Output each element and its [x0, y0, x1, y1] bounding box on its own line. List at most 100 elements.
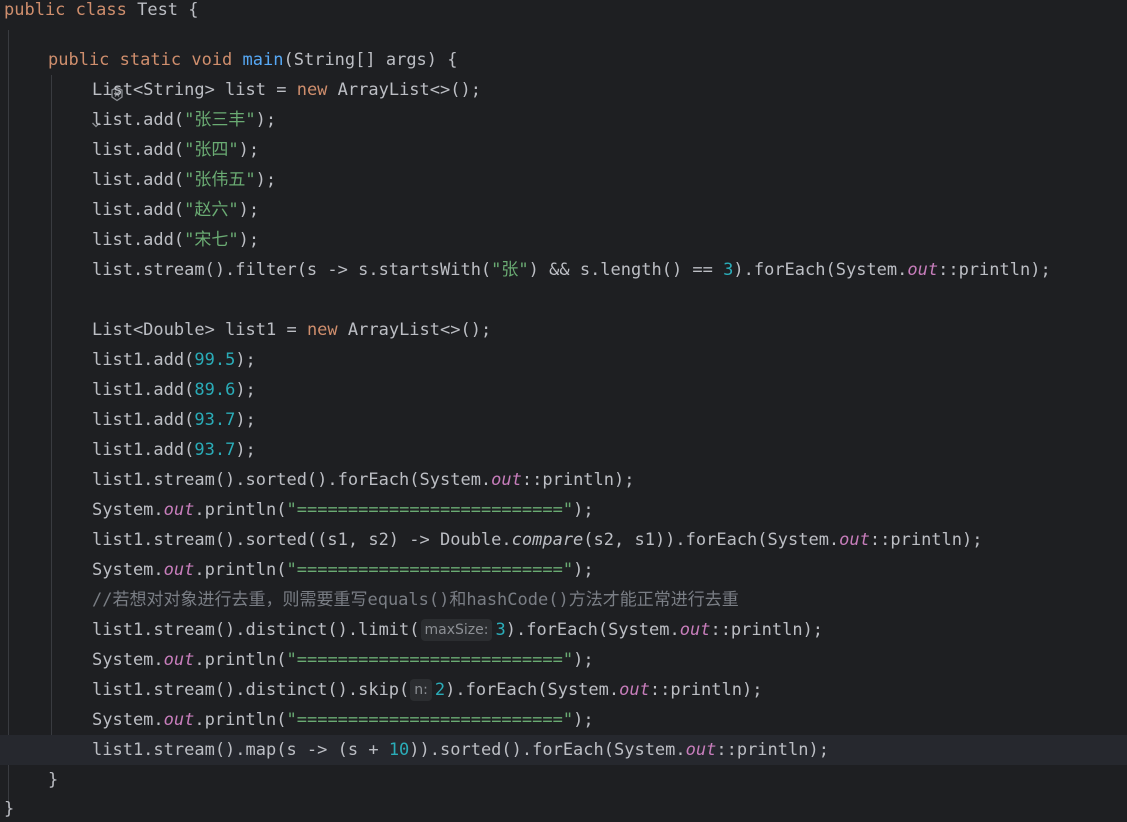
code-text: list.add(: [92, 230, 185, 250]
keyword-token: new: [296, 80, 328, 100]
code-line-23[interactable]: System.out.println("====================…: [92, 645, 1127, 675]
code-text: list1.add(: [92, 350, 195, 370]
code-text: System.: [92, 560, 164, 580]
static-field-token: out: [163, 710, 195, 730]
code-text: .println(: [194, 560, 287, 580]
code-line-3[interactable]: public static void main(String[] args) {: [48, 45, 1127, 75]
code-text: );: [235, 440, 256, 460]
code-text: list1.add(: [92, 410, 195, 430]
comment-text: //若想对对象进行去重，则需要重写equals()和hashCode()方法才能…: [92, 590, 739, 610]
code-text: );: [238, 140, 260, 160]
code-text: );: [235, 350, 256, 370]
code-text: list1.stream().sorted((s1, s2) -> Double…: [92, 530, 512, 550]
code-text: ::println);: [521, 470, 635, 490]
static-field-token: out: [839, 530, 870, 550]
code-line-28[interactable]: }: [4, 794, 1127, 822]
code-line-5[interactable]: list.add("张三丰");: [92, 105, 1127, 135]
static-field-token: out: [685, 740, 717, 760]
code-text: list.stream().filter(s -> s.startsWith(: [92, 260, 492, 280]
string-literal: "张伟五": [184, 170, 256, 190]
code-line-12[interactable]: List<Double> list1 = new ArrayList<>();: [92, 315, 1127, 345]
code-line-10[interactable]: list.stream().filter(s -> s.startsWith("…: [92, 255, 1127, 285]
code-line-18[interactable]: System.out.println("====================…: [92, 495, 1127, 525]
code-line-4[interactable]: List<String> list = new ArrayList<>();: [92, 75, 1127, 105]
code-text: ::println);: [716, 740, 829, 760]
parameter-hint: maxSize:: [420, 619, 493, 641]
code-line-9[interactable]: list.add("宋七");: [92, 225, 1127, 255]
code-text: );: [573, 500, 594, 520]
static-field-token: out: [619, 680, 650, 700]
code-text: );: [255, 170, 277, 190]
keyword-token: class: [75, 0, 127, 20]
code-text: )).sorted().forEach(System.: [409, 740, 686, 760]
code-text: );: [235, 410, 256, 430]
code-text: (s2, s1)).forEach(System.: [583, 530, 840, 550]
closing-brace: }: [4, 799, 15, 819]
number-literal: 3: [495, 620, 506, 640]
code-line-19[interactable]: list1.stream().sorted((s1, s2) -> Double…: [92, 525, 1127, 555]
code-line-24[interactable]: list1.stream().distinct().skip(n: 2).forE…: [92, 675, 1127, 705]
static-field-token: out: [163, 500, 195, 520]
code-text: System.: [92, 500, 164, 520]
string-literal: "宋七": [184, 230, 239, 250]
code-text: list.add(: [92, 140, 185, 160]
code-line-16[interactable]: list1.add(93.7);: [92, 435, 1127, 465]
code-text: Test {: [126, 0, 199, 20]
static-field-token: out: [491, 470, 522, 490]
number-literal: 10: [388, 740, 410, 760]
code-text: ).forEach(System.: [505, 620, 680, 640]
number-literal: 93.7: [194, 410, 236, 430]
code-text: ::println);: [869, 530, 983, 550]
string-literal: "张": [491, 260, 529, 280]
code-text: ).forEach(System.: [445, 680, 620, 700]
code-line-14[interactable]: list1.add(89.6);: [92, 375, 1127, 405]
code-text: ArrayList<>();: [337, 320, 492, 340]
code-line-25[interactable]: System.out.println("====================…: [92, 705, 1127, 735]
code-text: );: [573, 650, 594, 670]
code-text: list1.stream().map(s -> (s +: [92, 740, 389, 760]
keyword-token: public: [4, 0, 66, 20]
code-line-21[interactable]: //若想对对象进行去重，则需要重写equals()和hashCode()方法才能…: [92, 585, 1127, 615]
number-literal: 99.5: [194, 350, 236, 370]
static-field-token: out: [907, 260, 939, 280]
code-line-7[interactable]: list.add("张伟五");: [92, 165, 1127, 195]
code-line-26-current[interactable]: list1.stream().map(s -> (s + 10)).sorted…: [0, 735, 1127, 765]
static-field-token: out: [679, 620, 711, 640]
code-text: list.add(: [92, 200, 185, 220]
code-text: (String[] args) {: [283, 50, 458, 70]
code-text: );: [255, 110, 277, 130]
code-text: ::println);: [649, 680, 763, 700]
code-text: list1.add(: [92, 440, 195, 460]
code-text: .println(: [194, 710, 287, 730]
code-line-6[interactable]: list.add("张四");: [92, 135, 1127, 165]
closing-brace: }: [48, 770, 59, 790]
code-text: list1.stream().sorted().forEach(System.: [92, 470, 492, 490]
keyword-token: public: [48, 50, 110, 70]
code-text: ArrayList<>();: [327, 80, 481, 100]
code-text: .println(: [194, 650, 287, 670]
code-line-13[interactable]: list1.add(99.5);: [92, 345, 1127, 375]
code-line-20[interactable]: System.out.println("====================…: [92, 555, 1127, 585]
code-line-15[interactable]: list1.add(93.7);: [92, 405, 1127, 435]
method-name-token: main: [242, 50, 284, 70]
code-text: System.: [92, 650, 164, 670]
string-literal: "==========================": [286, 710, 574, 730]
code-line-8[interactable]: list.add("赵六");: [92, 195, 1127, 225]
number-literal: 89.6: [194, 380, 236, 400]
code-line-17[interactable]: list1.stream().sorted().forEach(System.o…: [92, 465, 1127, 495]
static-method-token: compare: [511, 530, 584, 550]
code-text: list.add(: [92, 110, 185, 130]
code-text: ::println);: [710, 620, 824, 640]
code-line-22[interactable]: list1.stream().distinct().limit(maxSize:…: [92, 615, 1127, 645]
number-literal: 93.7: [194, 440, 236, 460]
code-line-27[interactable]: }: [48, 765, 1127, 795]
code-editor[interactable]: public class Test { public static void m…: [0, 0, 1127, 822]
string-literal: "张四": [184, 140, 239, 160]
string-literal: "张三丰": [184, 110, 256, 130]
string-literal: "==========================": [286, 650, 574, 670]
number-literal: 3: [723, 260, 734, 280]
code-text: );: [573, 560, 594, 580]
